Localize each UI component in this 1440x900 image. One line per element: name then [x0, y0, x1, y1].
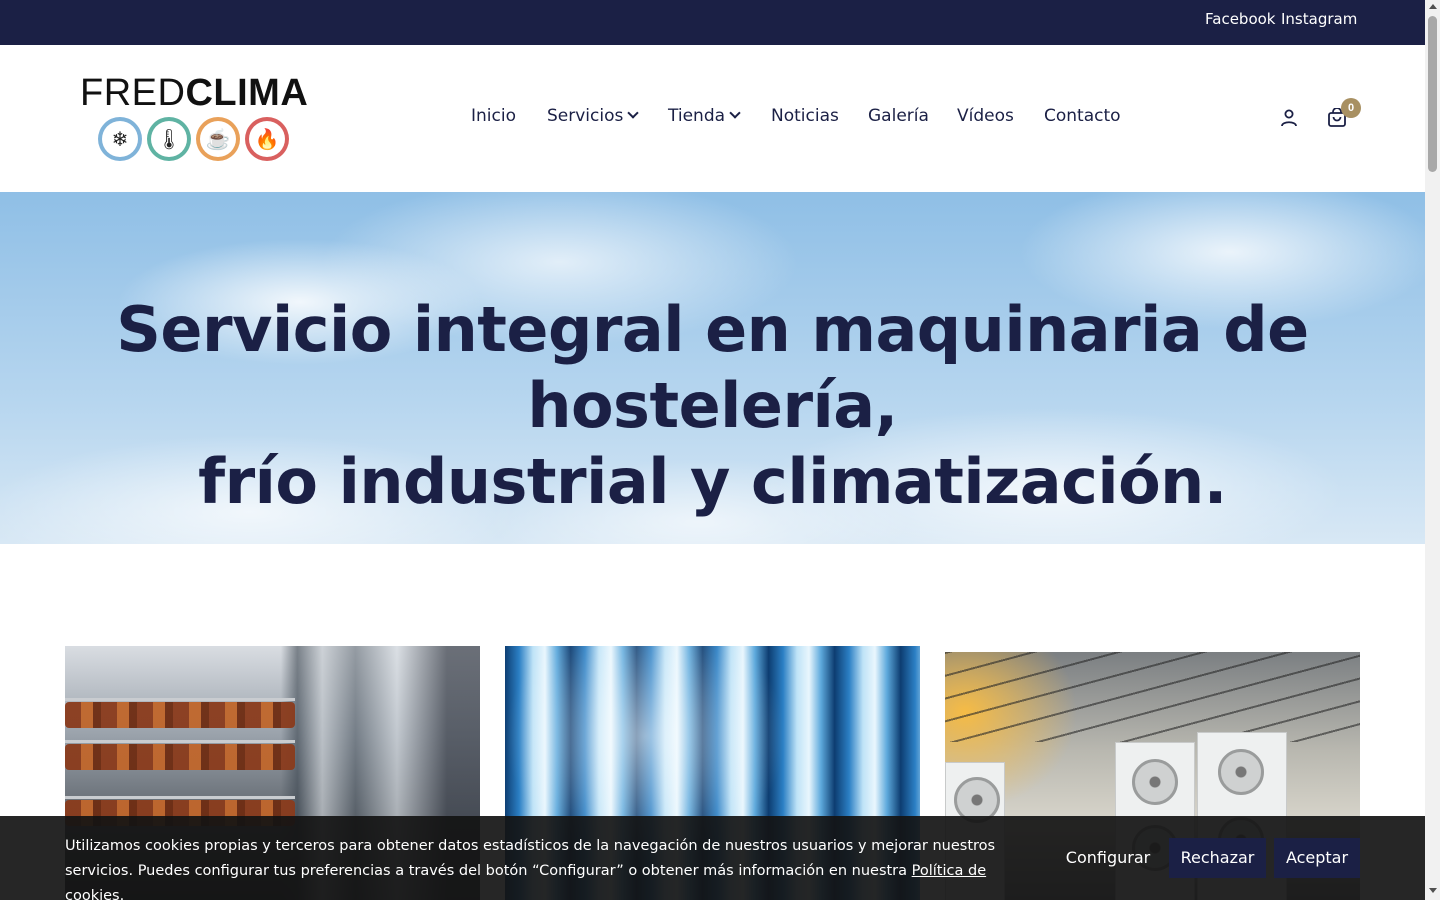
thermometer-icon: 🌡: [147, 117, 191, 161]
hero-title-line2: frío industrial y climatización.: [198, 445, 1227, 518]
nav-item-contacto[interactable]: Contacto: [1044, 106, 1121, 126]
scroll-down-arrow-icon[interactable]: [1429, 888, 1437, 893]
food-tray: [65, 702, 295, 728]
oven-rack: [65, 796, 295, 799]
nav-item-galeria[interactable]: Galería: [868, 106, 929, 126]
site-header: FREDCLIMA ❄ 🌡 ☕ 🔥 Inicio Servicios Tiend…: [0, 45, 1425, 192]
nav-item-noticias[interactable]: Noticias: [771, 106, 839, 126]
logo[interactable]: FREDCLIMA ❄ 🌡 ☕ 🔥: [80, 73, 308, 165]
fan-icon: [1218, 749, 1264, 795]
hero-banner: Servicio integral en maquinaria de hoste…: [0, 192, 1425, 544]
instagram-link[interactable]: Instagram: [1281, 10, 1357, 28]
chevron-down-icon: [627, 107, 640, 119]
user-icon[interactable]: [1279, 108, 1299, 128]
cookie-configure-button[interactable]: Configurar: [1055, 838, 1161, 878]
nav-item-videos[interactable]: Vídeos: [957, 106, 1014, 126]
cart-count-badge: 0: [1341, 98, 1361, 118]
cookie-reject-button[interactable]: Rechazar: [1169, 838, 1266, 878]
flame-icon: 🔥: [245, 117, 289, 161]
fan-icon: [1132, 759, 1178, 805]
facebook-link[interactable]: Facebook: [1205, 10, 1275, 28]
nav-item-inicio[interactable]: Inicio: [471, 106, 516, 126]
food-tray: [65, 744, 295, 770]
chevron-down-icon: [729, 107, 741, 119]
scroll-up-arrow-icon[interactable]: [1429, 4, 1437, 9]
top-bar: Facebook Instagram: [0, 0, 1425, 45]
logo-wordmark: FREDCLIMA: [80, 73, 308, 113]
scroll-thumb[interactable]: [1428, 16, 1437, 172]
oven-rack: [65, 740, 295, 743]
cookie-message: Utilizamos cookies propias y terceros pa…: [65, 834, 1045, 900]
snowflake-icon: ❄: [98, 117, 142, 161]
logo-text-light: FRED: [80, 72, 186, 114]
nav-item-tienda[interactable]: Tienda: [668, 106, 741, 126]
logo-text-bold: CLIMA: [185, 72, 309, 114]
hero-title: Servicio integral en maquinaria de hoste…: [0, 292, 1425, 520]
cookie-accept-button[interactable]: Aceptar: [1274, 838, 1360, 878]
vertical-scrollbar[interactable]: [1425, 0, 1440, 900]
oven-rack: [65, 698, 295, 701]
coffee-cup-icon: ☕: [196, 117, 240, 161]
nav-item-servicios[interactable]: Servicios: [547, 106, 640, 126]
hero-title-line1: Servicio integral en maquinaria de hoste…: [116, 293, 1309, 442]
